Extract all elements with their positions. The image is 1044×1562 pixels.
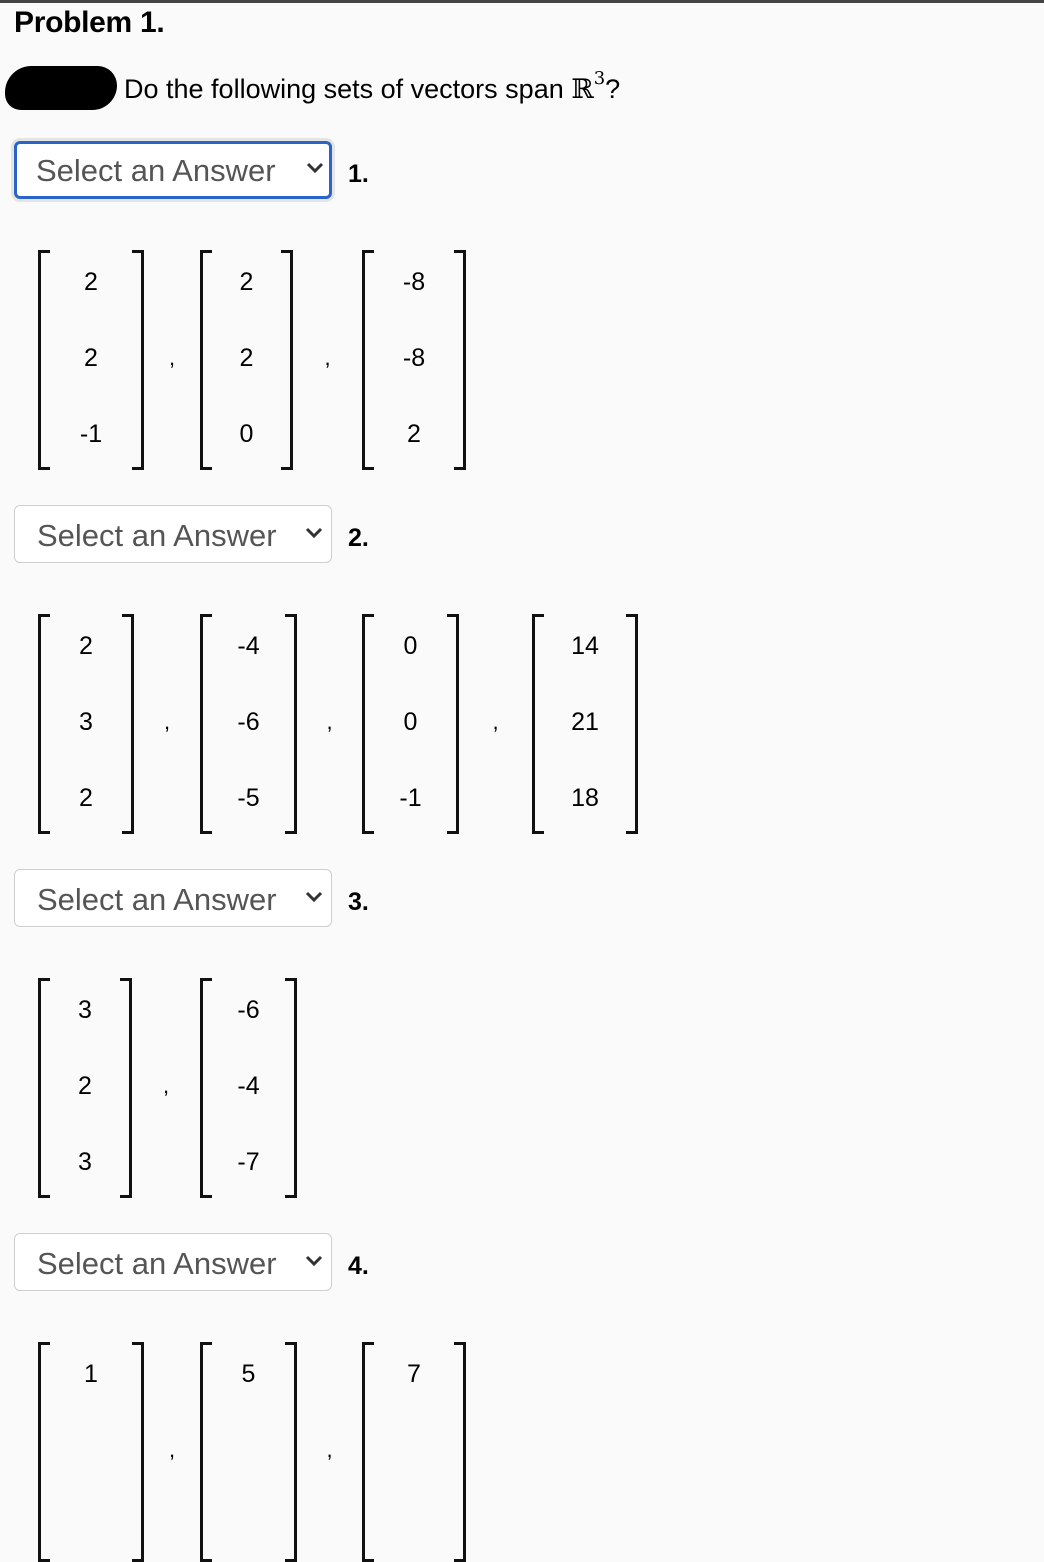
select-value: Select an Answer [37, 1246, 277, 1281]
chevron-down-icon [305, 1255, 323, 1267]
vector-entry: -4 [237, 1072, 260, 1100]
column-vector: 7 [362, 1342, 466, 1562]
vector-entry: -8 [402, 268, 426, 296]
vector-entry: -7 [237, 1148, 260, 1176]
select-value: Select an Answer [37, 882, 277, 917]
vector-entry: -4 [237, 632, 260, 660]
vector-entry: 21 [571, 708, 599, 736]
redacted-region [5, 66, 117, 110]
vector-entry: -1 [79, 420, 103, 448]
chevron-down-icon [305, 527, 323, 539]
comma-separator: , [169, 1437, 176, 1462]
question-prompt: Do the following sets of vectors span ℝ3… [124, 68, 621, 105]
column-vector: 2 2 0 [200, 250, 293, 470]
comma-separator: , [326, 709, 333, 734]
real-numbers-symbol: ℝ [571, 74, 594, 105]
vector-entry: 14 [571, 632, 599, 660]
column-vector: -8 -8 2 [362, 250, 466, 470]
vector-entry: -1 [399, 784, 422, 812]
problem-title: Problem 1. [14, 6, 165, 39]
answer-select-1[interactable]: Select an Answer [14, 141, 332, 199]
chevron-down-icon [306, 162, 324, 174]
chevron-down-icon [305, 891, 323, 903]
column-vector: 2 3 2 [38, 614, 134, 834]
vector-entry: -6 [237, 996, 260, 1024]
column-vector: 5 [200, 1342, 297, 1562]
answer-select-2[interactable]: Select an Answer [14, 505, 332, 563]
answer-select-3[interactable]: Select an Answer [14, 869, 332, 927]
vector-entry: 18 [571, 784, 599, 812]
column-vector: 0 0 -1 [362, 614, 459, 834]
top-border [0, 0, 1044, 3]
exponent: 3 [593, 68, 606, 89]
vector-entry: 2 [84, 344, 98, 372]
vector-entry: -6 [237, 708, 260, 736]
column-vector: 1 [38, 1342, 144, 1562]
select-value: Select an Answer [37, 518, 277, 553]
comma-separator: , [163, 1073, 170, 1098]
column-vector: 3 2 3 [38, 978, 132, 1198]
column-vector: 14 21 18 [532, 614, 638, 834]
vector-entry: 0 [403, 708, 418, 736]
answer-select-4[interactable]: Select an Answer [14, 1233, 332, 1291]
select-value: Select an Answer [36, 153, 276, 188]
prompt-text: Do the following sets of vectors span [124, 74, 572, 104]
vector-entry: -5 [237, 784, 260, 812]
vector-entry: 7 [407, 1360, 421, 1388]
comma-separator: , [326, 1437, 333, 1462]
vector-entry: 2 [239, 344, 254, 372]
vector-entry: 2 [239, 268, 254, 296]
vector-entry: 0 [403, 632, 418, 660]
vector-entry: 5 [241, 1360, 256, 1388]
vector-entry: 3 [78, 996, 92, 1024]
comma-separator: , [324, 345, 331, 370]
part-number: 1. [348, 160, 369, 188]
vector-entry: 0 [239, 420, 254, 448]
part-number: 2. [348, 524, 369, 552]
vector-entry: 2 [84, 268, 98, 296]
prompt-end: ? [605, 74, 621, 104]
vector-entry: -8 [402, 344, 426, 372]
vector-entry: 2 [79, 632, 93, 660]
column-vector: 2 2 -1 [38, 250, 144, 470]
comma-separator: , [169, 345, 176, 370]
column-vector: -6 -4 -7 [200, 978, 297, 1198]
vector-entry: 2 [407, 420, 421, 448]
vector-entry: 1 [84, 1360, 98, 1388]
part-number: 3. [348, 888, 369, 916]
vector-entry: 2 [79, 784, 93, 812]
column-vector: -4 -6 -5 [200, 614, 297, 834]
comma-separator: , [164, 709, 171, 734]
comma-separator: , [492, 709, 499, 734]
vector-entry: 3 [79, 708, 93, 736]
vector-entry: 3 [78, 1148, 92, 1176]
part-number: 4. [348, 1252, 369, 1280]
vector-entry: 2 [78, 1072, 92, 1100]
